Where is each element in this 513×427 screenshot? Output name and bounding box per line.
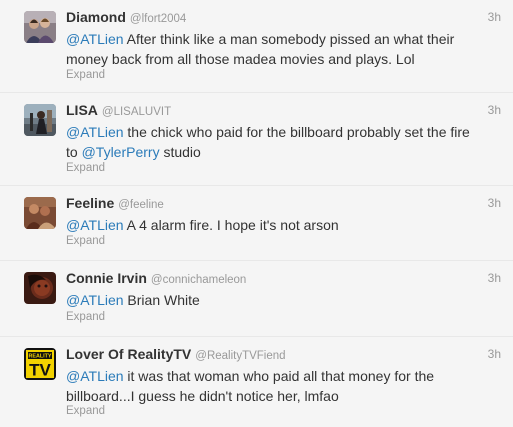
- expand-link[interactable]: Expand: [66, 311, 105, 323]
- mention-link[interactable]: @ATLien: [66, 292, 124, 308]
- mention-link[interactable]: @ATLien: [66, 124, 124, 140]
- tweet-header: Lover Of RealityTV @RealityTVFiend 3h: [66, 346, 501, 364]
- tweet-text: @ATLien the chick who paid for the billb…: [66, 122, 476, 162]
- tweet-text: @ATLien Brian White: [66, 290, 476, 310]
- logo-text-bottom: TV: [29, 361, 51, 380]
- tweet-body: studio: [159, 144, 201, 160]
- expand-link[interactable]: Expand: [66, 235, 105, 247]
- author-name[interactable]: Feeline: [66, 195, 114, 211]
- author-name[interactable]: Diamond: [66, 9, 126, 25]
- timestamp[interactable]: 3h: [488, 271, 501, 285]
- timestamp[interactable]: 3h: [488, 196, 501, 210]
- mention-link[interactable]: @ATLien: [66, 368, 124, 384]
- tweet-header: Connie Irvin @connichameleon 3h: [66, 270, 501, 288]
- tweet[interactable]: LISA @LISALUVIT 3h @ATLien the chick who …: [0, 93, 513, 186]
- tweet-header: LISA @LISALUVIT 3h: [66, 102, 501, 120]
- tweet-text: @ATLien it was that woman who paid all t…: [66, 366, 476, 406]
- tweet-body: A 4 alarm fire. I hope it's not arson: [123, 217, 339, 233]
- expand-link[interactable]: Expand: [66, 162, 105, 174]
- tweet-feed: Diamond @lfort2004 3h @ATLien After think…: [0, 0, 513, 418]
- author-handle[interactable]: @lfort2004: [130, 13, 186, 25]
- tweet-text: @ATLien A 4 alarm fire. I hope it's not …: [66, 215, 476, 235]
- author-name[interactable]: Lover Of RealityTV: [66, 346, 191, 362]
- author-name[interactable]: LISA: [66, 102, 98, 118]
- author-handle[interactable]: @feeline: [118, 199, 164, 211]
- logo-text-top: REALITY: [28, 354, 51, 360]
- avatar[interactable]: REALITY TV: [24, 348, 56, 380]
- mention-link[interactable]: @ATLien: [66, 31, 124, 47]
- avatar[interactable]: [24, 272, 56, 304]
- tweet[interactable]: Feeline @feeline 3h @ATLien A 4 alarm fir…: [0, 186, 513, 261]
- expand-link[interactable]: Expand: [66, 405, 105, 417]
- author-handle[interactable]: @RealityTVFiend: [195, 350, 285, 362]
- mention-link[interactable]: @TylerPerry: [82, 144, 160, 160]
- tweet[interactable]: Connie Irvin @connichameleon 3h @ATLien B…: [0, 261, 513, 337]
- avatar[interactable]: [24, 11, 56, 43]
- mention-link[interactable]: @ATLien: [66, 217, 124, 233]
- avatar[interactable]: [24, 197, 56, 229]
- author-handle[interactable]: @connichameleon: [151, 274, 246, 286]
- author-handle[interactable]: @LISALUVIT: [102, 106, 171, 118]
- timestamp[interactable]: 3h: [488, 10, 501, 24]
- tweet-body: Brian White: [123, 292, 200, 308]
- tweet[interactable]: REALITY TV Lover Of RealityTV @RealityTVF…: [0, 337, 513, 427]
- tweet-body: After think like a man somebody pissed a…: [66, 31, 455, 67]
- tweet-text: @ATLien After think like a man somebody …: [66, 29, 476, 69]
- tweet-header: Feeline @feeline 3h: [66, 195, 501, 213]
- tweet-header: Diamond @lfort2004 3h: [66, 9, 501, 27]
- expand-link[interactable]: Expand: [66, 69, 105, 81]
- timestamp[interactable]: 3h: [488, 347, 501, 361]
- timestamp[interactable]: 3h: [488, 103, 501, 117]
- author-name[interactable]: Connie Irvin: [66, 270, 147, 286]
- tweet[interactable]: Diamond @lfort2004 3h @ATLien After think…: [0, 0, 513, 93]
- avatar[interactable]: [24, 104, 56, 136]
